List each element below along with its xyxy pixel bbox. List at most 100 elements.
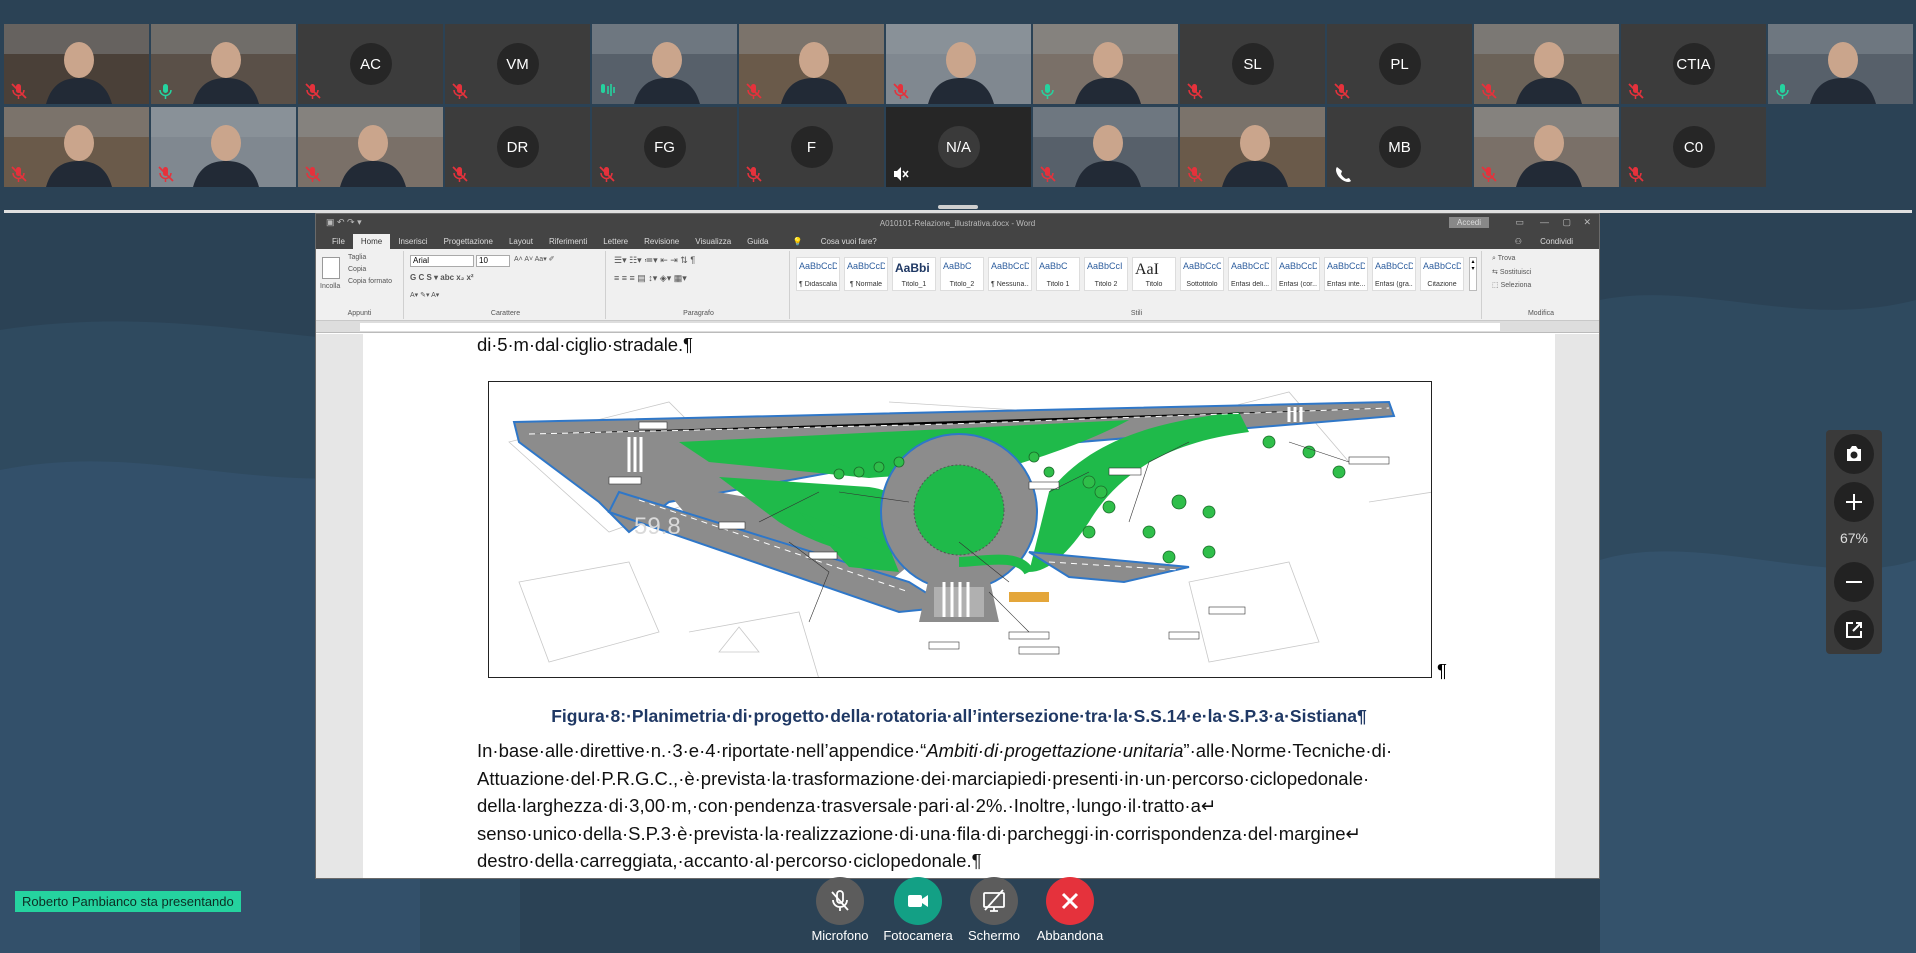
participant-tile[interactable] <box>1474 24 1619 104</box>
participant-tile[interactable]: SL <box>1180 24 1325 104</box>
schermo-button[interactable] <box>970 877 1018 925</box>
tell-me-search[interactable]: 💡 Cosa vuoi fare? <box>777 234 893 249</box>
select-button[interactable]: ⬚ Seleziona <box>1492 281 1531 289</box>
style-item[interactable]: AaI Titolo <box>1132 257 1176 291</box>
find-button[interactable]: ⌕ Trova <box>1492 255 1515 263</box>
participant-tile[interactable]: DR <box>445 107 590 187</box>
participant-tile[interactable]: FG <box>592 107 737 187</box>
participant-tile[interactable] <box>739 24 884 104</box>
style-item[interactable]: AaBbCcDc Enfasi inte... <box>1324 257 1368 291</box>
participant-tile[interactable] <box>886 24 1031 104</box>
mic-off-icon <box>831 890 849 911</box>
participant-tile[interactable] <box>151 24 296 104</box>
participant-tile[interactable] <box>1768 24 1913 104</box>
fotocamera-button[interactable] <box>894 877 942 925</box>
style-item[interactable]: AaBbCcDdi ¶ Didascalia <box>796 257 840 291</box>
horizontal-ruler[interactable] <box>316 321 1599 333</box>
tab-view[interactable]: Visualizza <box>687 234 739 249</box>
participant-tile[interactable]: MB <box>1327 107 1472 187</box>
style-item[interactable]: AaBbC Titolo 1 <box>1036 257 1080 291</box>
select-label: Seleziona <box>1500 282 1532 289</box>
font-size-select[interactable]: 10 <box>476 255 510 267</box>
abbandona-button[interactable] <box>1046 877 1094 925</box>
participant-tile[interactable] <box>298 107 443 187</box>
paragraph-line-3: della·larghezza·di·3,00·m,·con·pendenza·… <box>477 795 1217 816</box>
participant-tile[interactable] <box>4 107 149 187</box>
participant-tile[interactable] <box>1180 107 1325 187</box>
style-name: Titolo_1 <box>901 281 927 288</box>
copy-button[interactable]: Copia <box>348 266 366 273</box>
document-area[interactable]: di·5·m·dal·ciglio·stradale.¶ 59.8 ¶ Figu… <box>316 334 1599 878</box>
participant-tile[interactable] <box>592 24 737 104</box>
style-item[interactable]: AaBbC Titolo_2 <box>940 257 984 291</box>
tab-home[interactable]: Home <box>352 234 391 249</box>
style-name: Sottotitolo <box>1186 281 1218 288</box>
tab-review[interactable]: Revisione <box>636 234 687 249</box>
participant-tile[interactable]: F <box>739 107 884 187</box>
participant-tile[interactable]: C0 <box>1621 107 1766 187</box>
minimize-icon[interactable]: — <box>1540 217 1549 227</box>
presenter-banner: Roberto Pambianco sta presentando <box>15 891 241 912</box>
style-preview: AaBbC <box>1039 261 1068 271</box>
close-window-icon[interactable]: ✕ <box>1583 217 1591 228</box>
style-item[interactable]: AaBbCcDc ¶ Normale <box>844 257 888 291</box>
close-icon <box>1061 892 1079 910</box>
paste-icon[interactable] <box>322 257 340 279</box>
styles-scroll[interactable]: ▴ ▾ <box>1469 257 1477 291</box>
participant-tile[interactable] <box>151 107 296 187</box>
alignment-icons[interactable]: ≡ ≡ ≡ ▤ ↕▾ ◈▾ ▦▾ <box>614 273 687 284</box>
tab-insert[interactable]: Inserisci <box>390 234 435 249</box>
style-item[interactable]: AaBbi Titolo_1 <box>892 257 936 291</box>
format-painter-button[interactable]: Copia formato <box>348 278 392 285</box>
style-item[interactable]: AaBbCcDc Enfasi deli... <box>1228 257 1272 291</box>
tab-references[interactable]: Riferimenti <box>541 234 595 249</box>
replace-label: Sostituisci <box>1499 269 1532 276</box>
stage-resize-handle[interactable] <box>938 205 978 209</box>
font-color-icons[interactable]: A▾ ✎▾ A▾ <box>410 291 439 299</box>
access-button[interactable]: Accedi <box>1448 217 1489 228</box>
maximize-icon[interactable]: ▢ <box>1562 217 1571 228</box>
participant-tile[interactable]: CTIA <box>1621 24 1766 104</box>
ribbon-display-icon[interactable]: ▭ <box>1515 217 1524 228</box>
participant-avatar: F <box>790 126 833 168</box>
document-page[interactable]: di·5·m·dal·ciglio·stradale.¶ 59.8 ¶ Figu… <box>363 334 1555 878</box>
participant-tile[interactable]: PL <box>1327 24 1472 104</box>
tab-help[interactable]: Guida <box>739 234 776 249</box>
participant-tile[interactable] <box>4 24 149 104</box>
replace-button[interactable]: ⇆ Sostituisci <box>1492 268 1531 276</box>
share-button[interactable]: ⚇ Condividi <box>1499 234 1589 249</box>
participant-tile[interactable] <box>1474 107 1619 187</box>
participant-tile[interactable] <box>1033 24 1178 104</box>
cut-button[interactable]: Taglia <box>348 254 366 261</box>
tab-mailings[interactable]: Lettere <box>595 234 636 249</box>
style-preview: AaBbCcDc <box>847 261 885 271</box>
font-format-icons[interactable]: G C S ▾ abc x₂ x² <box>410 273 474 282</box>
font-grow-shrink-icons[interactable]: A˄ A˅ Aa▾ ✐ <box>514 255 555 263</box>
line-1-italic: Ambiti·di·progettazione·unitaria <box>926 740 1184 761</box>
paste-label[interactable]: Incolla <box>320 283 340 290</box>
participant-tile[interactable]: N/A <box>886 107 1031 187</box>
zoom-out-button[interactable] <box>1834 562 1874 602</box>
group-paragraph: ☰▾ ☷▾ ≔▾ ⇤ ⇥ ⇅ ¶ ≡ ≡ ≡ ▤ ↕▾ ◈▾ ▦▾ Paragr… <box>608 251 790 319</box>
style-item[interactable]: AaBbCcC Sottotitolo <box>1180 257 1224 291</box>
tab-layout[interactable]: Layout <box>501 234 541 249</box>
list-icons[interactable]: ☰▾ ☷▾ ≔▾ ⇤ ⇥ ⇅ ¶ <box>614 255 695 266</box>
snapshot-button[interactable] <box>1834 434 1874 474</box>
participant-tile[interactable]: AC <box>298 24 443 104</box>
participant-tile[interactable] <box>1033 107 1178 187</box>
style-item[interactable]: AaBbCcDc Enfasi (cor... <box>1276 257 1320 291</box>
roundabout-plan-figure: 59.8 <box>488 381 1432 678</box>
pop-out-button[interactable] <box>1834 610 1874 650</box>
tab-file[interactable]: File <box>324 234 353 249</box>
style-item[interactable]: AaBbCcI Titolo 2 <box>1084 257 1128 291</box>
style-item[interactable]: AaBbCcDc ¶ Nessuna... <box>988 257 1032 291</box>
mic-muted-icon <box>452 166 468 182</box>
font-name-select[interactable]: Arial <box>410 255 474 267</box>
style-item[interactable]: AaBbCcDc Citazione <box>1420 257 1464 291</box>
participant-avatar: CTIA <box>1672 43 1715 85</box>
style-item[interactable]: AaBbCcDc Enfasi (gra... <box>1372 257 1416 291</box>
microfono-button[interactable] <box>816 877 864 925</box>
tab-design[interactable]: Progettazione <box>436 234 501 249</box>
participant-tile[interactable]: VM <box>445 24 590 104</box>
zoom-in-button[interactable] <box>1834 482 1874 522</box>
